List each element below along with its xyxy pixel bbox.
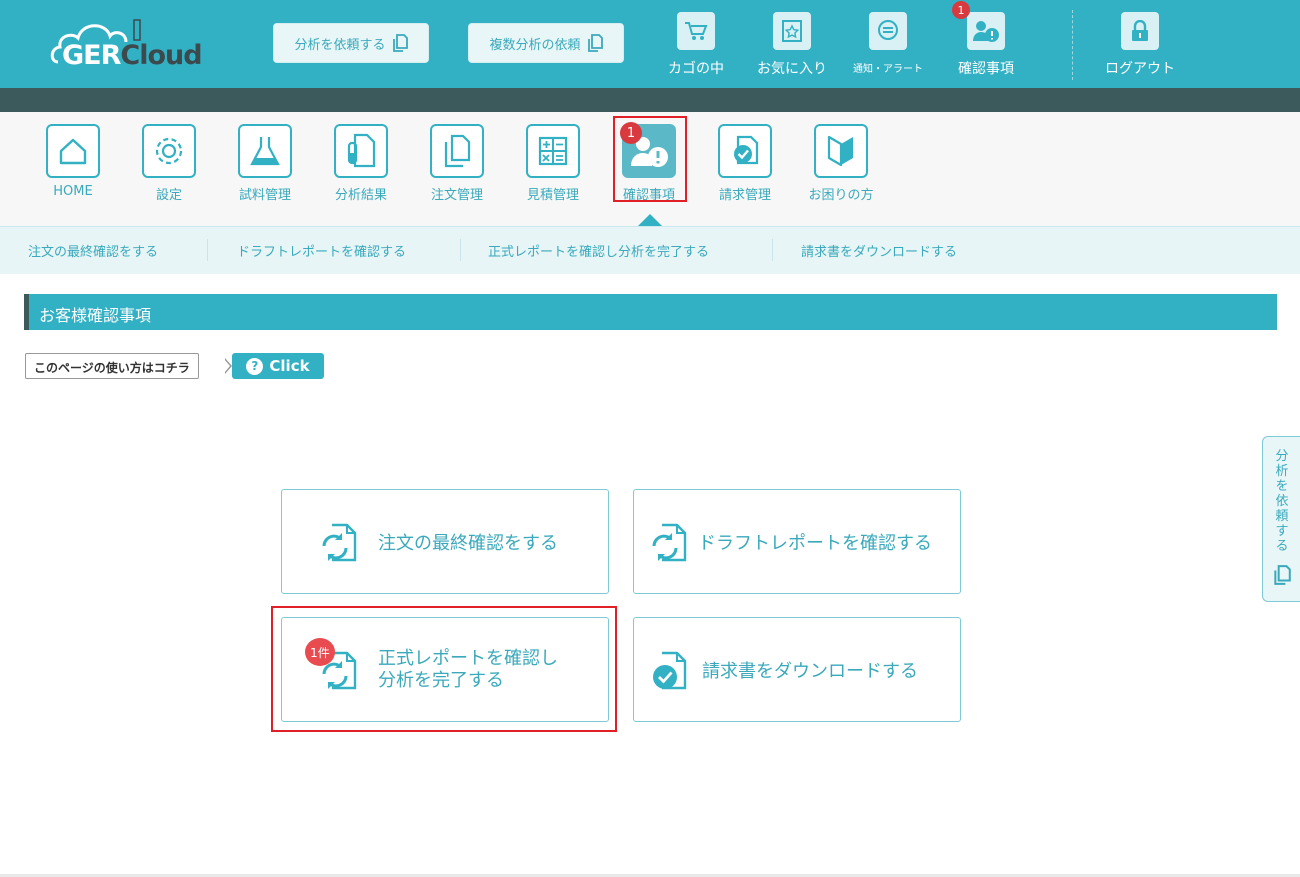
notifications-icon-box (869, 12, 907, 50)
refresh-document-icon (322, 523, 357, 562)
question-icon: ? (246, 357, 264, 375)
cart-link[interactable]: カゴの中 (651, 10, 741, 80)
nav-help-box (814, 124, 868, 178)
logo-text: GERCloud (62, 40, 203, 71)
side-tab-label: 分析を依頼する (1275, 449, 1289, 554)
sub-nav: 注文の最終確認をする ドラフトレポートを確認する 正式レポートを確認し分析を完了… (0, 226, 1300, 274)
refresh-document-icon (652, 523, 687, 562)
section-title: お客様確認事項 (39, 306, 152, 325)
subnav-separator (460, 239, 461, 261)
nav-home-label: HOME (53, 184, 93, 199)
calculator-icon (538, 136, 568, 166)
speech-bubble-icon (878, 20, 898, 40)
nav-settings[interactable]: 設定 (129, 124, 209, 203)
beginner-mark-icon (827, 135, 853, 167)
cart-icon-box (677, 12, 715, 50)
subnav-separator (772, 239, 773, 261)
notifications-link[interactable]: 通知・アラート (843, 10, 933, 80)
request-multiple-label: 複数分析の依頼 (489, 37, 581, 53)
subnav-formal-report[interactable]: 正式レポートを確認し分析を完了する (488, 241, 709, 260)
notifications-label: 通知・アラート (853, 64, 923, 75)
nav-orders-box (430, 124, 484, 178)
subnav-draft-report[interactable]: ドラフトレポートを確認する (237, 241, 406, 260)
copy-document-icon (1274, 565, 1291, 585)
card-invoice-label: 請求書をダウンロードする (702, 661, 918, 682)
howto-click-button[interactable]: ? Click (232, 353, 324, 379)
favorites-icon-box (773, 12, 811, 50)
nav-quotes-label: 見積管理 (526, 188, 579, 203)
logo[interactable]: GERCloud (50, 14, 203, 74)
card-order-final-label: 注文の最終確認をする (378, 533, 558, 554)
side-request-analysis-tab[interactable]: 分析を依頼する (1262, 436, 1300, 602)
cart-label: カゴの中 (668, 61, 724, 77)
card-draft-report[interactable]: ドラフトレポートを確認する (633, 489, 961, 594)
dark-band (0, 88, 1300, 112)
request-analysis-button[interactable]: 分析を依頼する (273, 23, 429, 63)
active-nav-pointer (638, 214, 662, 226)
nav-samples-label: 試料管理 (238, 188, 291, 203)
subnav-separator (207, 239, 208, 261)
top-bar: GERCloud 分析を依頼する 複数分析の依頼 カゴの中 お気に入り 通知・ア… (0, 0, 1300, 88)
flask-icon (250, 137, 280, 166)
nav-billing-label: 請求管理 (718, 188, 771, 203)
favorites-link[interactable]: お気に入り (747, 10, 837, 80)
home-icon (59, 138, 87, 165)
copy-document-icon (587, 34, 603, 52)
nav-results[interactable]: 分析結果 (321, 124, 401, 203)
nav-home-box (46, 124, 100, 178)
page: GERCloud 分析を依頼する 複数分析の依頼 カゴの中 お気に入り 通知・ア… (0, 0, 1300, 877)
card-draft-report-label: ドラフトレポートを確認する (698, 533, 932, 554)
gear-icon (155, 137, 183, 165)
copy-document-icon (392, 34, 408, 52)
card-order-final[interactable]: 注文の最終確認をする (281, 489, 609, 594)
howto-arrow (224, 358, 232, 374)
howto-click-label: Click (269, 357, 310, 375)
card-invoice[interactable]: 請求書をダウンロードする (633, 617, 961, 722)
logout-icon-box (1121, 12, 1159, 50)
logout-label: ログアウト (1105, 61, 1175, 77)
nav-billing[interactable]: 請求管理 (705, 124, 785, 203)
confirmations-badge: 1 (952, 1, 970, 19)
subnav-order-final[interactable]: 注文の最終確認をする (28, 241, 158, 260)
test-tube-document-icon (347, 133, 376, 168)
nav-results-box (334, 124, 388, 178)
logout-link[interactable]: ログアウト (1095, 10, 1185, 80)
confirmations-label: 確認事項 (958, 61, 1014, 77)
favorites-label: お気に入り (757, 61, 827, 77)
person-alert-icon (973, 21, 999, 42)
nav-billing-box (718, 124, 772, 178)
confirmations-icon-box: 1 (952, 1, 1005, 50)
nav-results-label: 分析結果 (334, 188, 387, 203)
lock-icon (1132, 20, 1148, 41)
nav-quotes-box (526, 124, 580, 178)
nav-orders[interactable]: 注文管理 (417, 124, 497, 203)
formal-report-highlight (271, 606, 617, 732)
copy-documents-icon (444, 134, 471, 168)
cart-icon (685, 22, 708, 40)
confirmations-link[interactable]: 1 確認事項 (941, 1, 1031, 80)
active-nav-highlight (613, 116, 687, 202)
request-analysis-label: 分析を依頼する (294, 37, 386, 53)
nav-settings-label: 設定 (155, 188, 182, 203)
request-multiple-button[interactable]: 複数分析の依頼 (468, 23, 624, 63)
formal-report-count-badge: 1件 (305, 638, 335, 666)
nav-quotes[interactable]: 見積管理 (513, 124, 593, 203)
star-book-icon (782, 20, 802, 42)
nav-samples-box (238, 124, 292, 178)
logo-cloud: Cloud (120, 40, 202, 71)
section-header: お客様確認事項 (24, 294, 1277, 330)
howto-label: このページの使い方はコチラ (25, 353, 199, 379)
check-document-icon (653, 651, 687, 690)
nav-help[interactable]: お困りの方 (801, 124, 881, 203)
nav-help-label: お困りの方 (808, 188, 874, 203)
check-document-icon (734, 135, 759, 165)
divider (1072, 10, 1073, 80)
nav-orders-label: 注文管理 (430, 188, 483, 203)
nav-samples[interactable]: 試料管理 (225, 124, 305, 203)
nav-settings-box (142, 124, 196, 178)
subnav-invoice[interactable]: 請求書をダウンロードする (801, 241, 957, 260)
nav-home[interactable]: HOME (33, 124, 113, 199)
logo-ger: GER (62, 40, 121, 71)
